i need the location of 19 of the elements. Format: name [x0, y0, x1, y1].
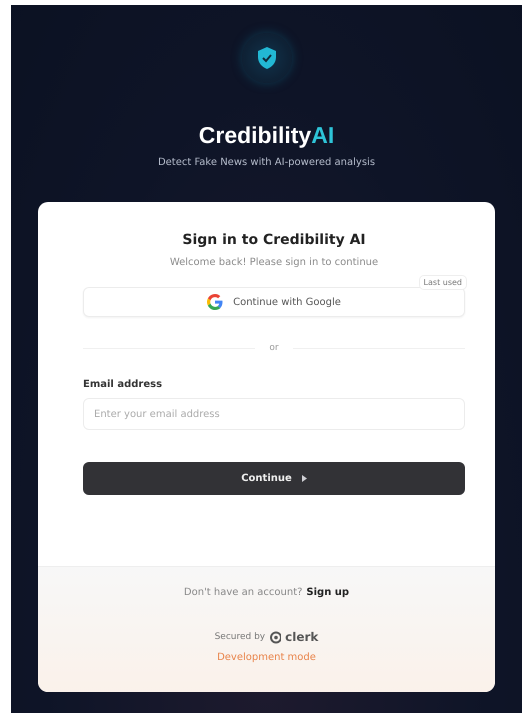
tagline: Detect Fake News with AI-powered analysis: [158, 157, 376, 168]
email-field[interactable]: Enter your email address: [83, 398, 465, 430]
divider-text: or: [269, 343, 279, 353]
brand-name: Credibility: [198, 122, 312, 148]
last-used-badge: Last used: [418, 275, 467, 290]
clerk-name: clerk: [285, 630, 318, 644]
sign-up-link[interactable]: Sign up: [306, 587, 350, 598]
google-button[interactable]: Continue with Google: [83, 287, 465, 317]
continue-button[interactable]: Continue: [83, 462, 465, 495]
development-mode-text: Development mode: [217, 652, 316, 663]
secured-by-text: Secured by: [214, 632, 266, 642]
field-label: Email address: [83, 379, 164, 390]
caret-icon: [302, 475, 307, 482]
brand-accent: AI: [311, 122, 334, 148]
card-subtitle: Welcome back! Please sign in to continue: [168, 257, 380, 268]
google-icon: [207, 294, 224, 310]
card-title: Sign in to Credibility AI: [181, 232, 367, 248]
clerk-logo-icon: [269, 630, 282, 644]
signup-prompt: Don't have an account?: [184, 587, 302, 598]
